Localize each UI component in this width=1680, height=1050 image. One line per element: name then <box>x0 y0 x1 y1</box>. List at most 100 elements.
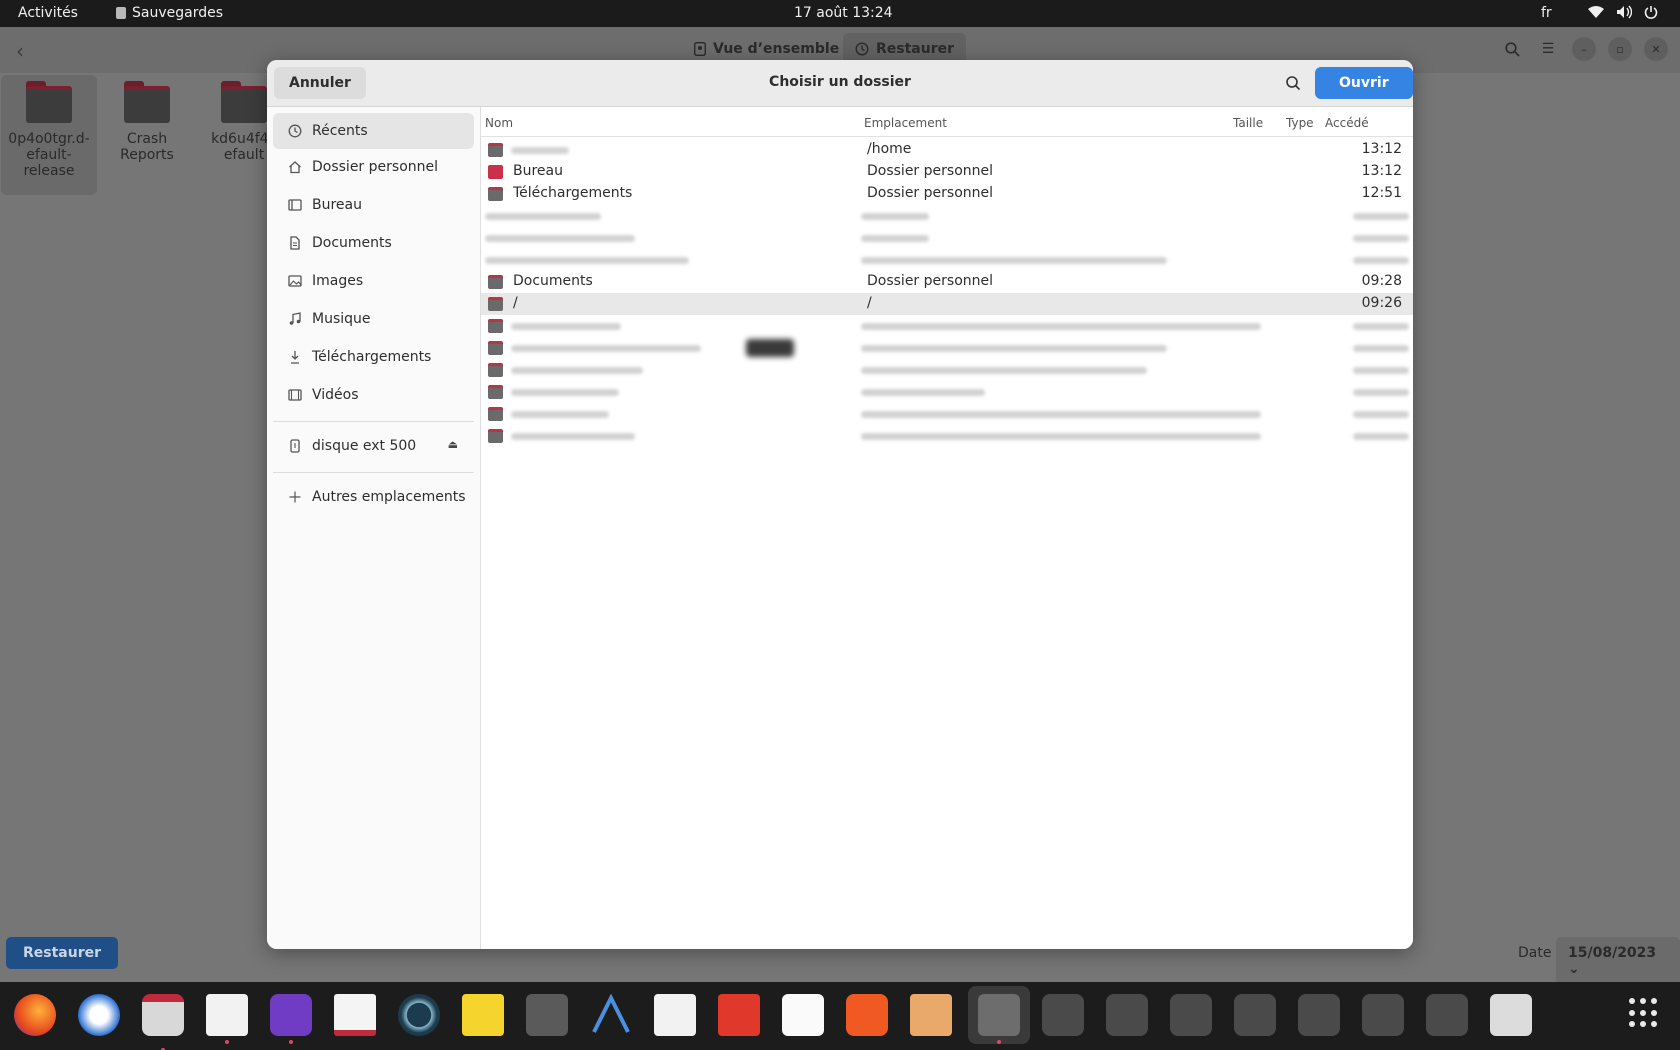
clock[interactable]: 17 août 13:24 <box>794 5 893 21</box>
disc-drive-icon[interactable] <box>1362 994 1404 1036</box>
table-row[interactable]: Documents Dossier personnel 09:28 <box>481 271 1413 293</box>
minimize-icon[interactable]: – <box>1572 37 1596 61</box>
sidebar-item-documents[interactable]: Documents <box>273 225 474 261</box>
table-row[interactable] <box>481 359 1413 381</box>
folder-icon <box>488 385 503 399</box>
date-value: 15/08/2023 <box>1568 945 1657 961</box>
column-accessed[interactable]: Accédé <box>1325 116 1369 130</box>
folder-label-line: 0p4o0tgr.d- <box>8 131 90 147</box>
column-location[interactable]: Emplacement <box>864 116 947 130</box>
history-icon <box>855 42 869 56</box>
extension-manager-icon[interactable] <box>526 994 568 1036</box>
software-store-icon[interactable] <box>846 994 888 1036</box>
open-button[interactable]: Ouvrir <box>1315 67 1413 99</box>
app-menu[interactable]: Sauvegardes <box>116 5 223 21</box>
notes-icon[interactable] <box>462 994 504 1036</box>
sidebar-item-home[interactable]: Dossier personnel <box>273 149 474 185</box>
video-downloader-icon[interactable] <box>718 994 760 1036</box>
table-row[interactable]: Bureau Dossier personnel 13:12 <box>481 161 1413 183</box>
row-name: Documents <box>513 273 593 289</box>
clock-icon <box>287 123 303 139</box>
row-location: Dossier personnel <box>867 273 994 289</box>
column-type[interactable]: Type <box>1286 116 1314 130</box>
redacted-name <box>511 147 569 154</box>
folder-item[interactable]: 0p4o0tgr.d- efault- release <box>1 75 97 195</box>
disc-drive-icon[interactable] <box>1042 994 1084 1036</box>
trash-icon[interactable] <box>1490 994 1532 1036</box>
archive-manager-icon[interactable] <box>910 994 952 1036</box>
sidebar-item-label: Récents <box>312 123 368 139</box>
thunderbird-icon[interactable] <box>78 994 120 1036</box>
system-monitor-icon[interactable] <box>206 994 248 1044</box>
table-row[interactable] <box>481 315 1413 337</box>
folder-label-line: release <box>23 163 75 179</box>
sidebar-item-downloads[interactable]: Téléchargements <box>273 339 474 375</box>
system-tray[interactable] <box>1588 5 1658 23</box>
activities-button[interactable]: Activités <box>18 5 78 21</box>
show-apps-icon[interactable] <box>1629 998 1659 1028</box>
drawing-icon[interactable] <box>590 993 632 1036</box>
backups-icon[interactable] <box>978 994 1020 1044</box>
column-name[interactable]: Nom <box>485 116 513 130</box>
usb-drive-icon[interactable] <box>1298 994 1340 1036</box>
header-tools: ☰ – ▫ ✕ <box>1500 37 1668 61</box>
disc-drive-icon[interactable] <box>1170 994 1212 1036</box>
text-editor-icon[interactable] <box>654 994 696 1036</box>
table-row[interactable] <box>481 403 1413 425</box>
folder-item[interactable]: Crash Reports <box>99 75 195 163</box>
search-icon[interactable] <box>1500 37 1524 61</box>
date-dropdown[interactable]: 15/08/2023 ⌄ <box>1556 937 1680 985</box>
table-row[interactable]: / / 09:26 <box>481 293 1413 315</box>
redacted-location <box>861 213 929 220</box>
restore-button[interactable]: Restaurer <box>6 937 119 969</box>
tasks-icon[interactable] <box>270 994 312 1044</box>
sidebar-item-external-drive[interactable]: disque ext 500 ⏏ <box>273 428 474 464</box>
redacted-location <box>861 433 1261 440</box>
file-list[interactable]: Nom Emplacement Taille Type Accédé /home… <box>481 107 1413 949</box>
table-row[interactable] <box>481 337 1413 359</box>
redacted-name <box>511 345 701 352</box>
sidebar-item-videos[interactable]: Vidéos <box>273 377 474 413</box>
sidebar-item-label: Dossier personnel <box>312 159 439 175</box>
redacted-location <box>861 235 929 242</box>
disc-drive-icon[interactable] <box>1234 994 1276 1036</box>
table-row[interactable] <box>481 227 1413 249</box>
redacted-time <box>1353 433 1409 440</box>
disc-drive-icon[interactable] <box>1106 994 1148 1036</box>
row-name: Téléchargements <box>513 185 633 201</box>
download-icon <box>287 349 303 365</box>
redacted-time <box>1353 323 1409 330</box>
sidebar-item-music[interactable]: Musique <box>273 301 474 337</box>
folder-icon <box>124 81 170 123</box>
table-row[interactable] <box>481 249 1413 271</box>
maximize-icon[interactable]: ▫ <box>1608 37 1632 61</box>
image-icon <box>287 273 303 289</box>
redacted-time <box>1353 213 1409 220</box>
menu-icon[interactable]: ☰ <box>1536 37 1560 61</box>
language-indicator[interactable]: fr <box>1541 5 1552 21</box>
sidebar-item-other-locations[interactable]: Autres emplacements <box>273 479 474 515</box>
table-row[interactable] <box>481 205 1413 227</box>
table-row[interactable]: /home 13:12 <box>481 139 1413 161</box>
folder-label-line: efault- <box>26 147 72 163</box>
sidebar-item-desktop[interactable]: Bureau <box>273 187 474 223</box>
table-row[interactable]: Téléchargements Dossier personnel 12:51 <box>481 183 1413 205</box>
disc-drive-icon[interactable] <box>1426 994 1468 1036</box>
eject-icon[interactable]: ⏏ <box>448 438 458 451</box>
stacer-icon[interactable] <box>398 994 440 1036</box>
sidebar-item-recent[interactable]: Récents <box>273 113 474 149</box>
redacted-time <box>1353 235 1409 242</box>
table-row[interactable] <box>481 381 1413 403</box>
search-icon[interactable] <box>1281 71 1305 95</box>
column-size[interactable]: Taille <box>1233 116 1263 130</box>
firefox-icon[interactable] <box>14 994 56 1036</box>
close-icon[interactable]: ✕ <box>1644 37 1668 61</box>
sidebar-item-images[interactable]: Images <box>273 263 474 299</box>
tab-overview-label: Vue d’ensemble <box>713 41 840 57</box>
row-time: 09:28 <box>1361 273 1402 289</box>
files-icon[interactable] <box>142 994 184 1050</box>
flathub-store-icon[interactable] <box>782 994 824 1036</box>
back-icon[interactable]: ‹ <box>16 39 24 63</box>
dictionary-icon[interactable] <box>334 994 376 1036</box>
table-row[interactable] <box>481 425 1413 447</box>
